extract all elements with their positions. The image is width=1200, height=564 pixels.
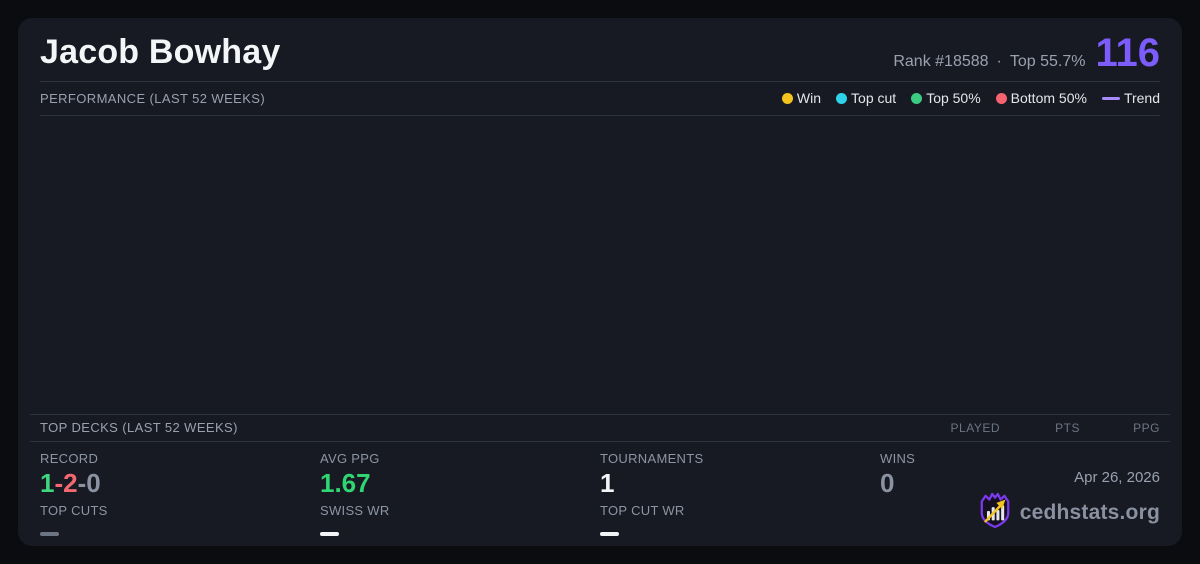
- legend-item-label: Top 50%: [926, 90, 980, 106]
- stat-top-cuts: TOP CUTS: [40, 503, 320, 546]
- stat-top-cut-wr-empty-dash: [600, 532, 619, 536]
- stat-avg-ppg-value: 1.67: [320, 469, 600, 498]
- legend-item-label: Top cut: [851, 90, 896, 106]
- stat-top-cut-wr: TOP CUT WR: [600, 503, 880, 546]
- player-name: Jacob Bowhay: [40, 34, 280, 71]
- legend-item-trend: Trend: [1102, 90, 1160, 106]
- performance-header-row: PERFORMANCE (LAST 52 WEEKS) Win Top cut To…: [40, 82, 1160, 116]
- performance-chart-empty: [18, 116, 1182, 414]
- report-date: Apr 26, 2026: [978, 469, 1160, 486]
- record-part: 1: [40, 468, 54, 498]
- record-part: -: [78, 468, 87, 498]
- top-decks-header-row: TOP DECKS (LAST 52 WEEKS) PLAYED PTS PPG: [30, 414, 1170, 442]
- player-score: 116: [1095, 35, 1160, 71]
- legend-dot-icon: [996, 93, 1007, 104]
- legend-item-label: Win: [797, 90, 821, 106]
- header-right: Rank #18588 · Top 55.7% 116: [893, 35, 1160, 71]
- legend-item-top-50-: Top 50%: [911, 90, 980, 106]
- stat-tournaments: TOURNAMENTS 1: [600, 451, 880, 503]
- record-part: -: [54, 468, 63, 498]
- column-header-pts: PTS: [1000, 421, 1080, 435]
- performance-title: PERFORMANCE (LAST 52 WEEKS): [40, 91, 265, 106]
- record-part: 0: [86, 468, 100, 498]
- cedhstats-logo-icon: [978, 491, 1012, 534]
- stat-wins-label: WINS: [880, 451, 1160, 466]
- record-part: 2: [63, 468, 77, 498]
- card-header: Jacob Bowhay Rank #18588 · Top 55.7% 116: [40, 18, 1160, 82]
- legend-item-label: Bottom 50%: [1011, 90, 1087, 106]
- player-stats-card: Jacob Bowhay Rank #18588 · Top 55.7% 116…: [18, 18, 1182, 546]
- stat-top-cut-wr-label: TOP CUT WR: [600, 503, 880, 518]
- stat-tournaments-label: TOURNAMENTS: [600, 451, 880, 466]
- stat-top-cuts-label: TOP CUTS: [40, 503, 320, 518]
- footer: Apr 26, 2026 cedhstats.org: [978, 469, 1160, 534]
- column-header-played: PLAYED: [920, 421, 1000, 435]
- chart-legend: Win Top cut Top 50% Bottom 50% Trend: [782, 90, 1160, 106]
- stat-avg-ppg: AVG PPG 1.67: [320, 451, 600, 503]
- rank-label: Rank #18588: [893, 53, 988, 71]
- stat-record-label: RECORD: [40, 451, 320, 466]
- legend-dot-icon: [911, 93, 922, 104]
- stat-record-value: 1-2-0: [40, 469, 320, 498]
- stat-swiss-wr-label: SWISS WR: [320, 503, 600, 518]
- column-header-ppg: PPG: [1080, 421, 1160, 435]
- legend-dot-icon: [782, 93, 793, 104]
- legend-item-top-cut: Top cut: [836, 90, 896, 106]
- brand: cedhstats.org: [978, 491, 1160, 534]
- rank-line: Rank #18588 · Top 55.7%: [893, 53, 1085, 71]
- rank-separator: ·: [997, 53, 1002, 71]
- legend-item-label: Trend: [1124, 90, 1160, 106]
- top-decks-columns: PLAYED PTS PPG: [920, 421, 1160, 435]
- stat-swiss-wr: SWISS WR: [320, 503, 600, 546]
- top-decks-title: TOP DECKS (LAST 52 WEEKS): [40, 420, 238, 435]
- stat-avg-ppg-label: AVG PPG: [320, 451, 600, 466]
- stat-tournaments-value: 1: [600, 469, 880, 498]
- legend-dot-icon: [836, 93, 847, 104]
- legend-item-win: Win: [782, 90, 821, 106]
- stat-top-cuts-empty-dash: [40, 532, 59, 536]
- top-percent-label: Top 55.7%: [1010, 53, 1086, 71]
- stat-swiss-wr-empty-dash: [320, 532, 339, 536]
- legend-line-swatch: [1102, 97, 1120, 100]
- legend-item-bottom-50-: Bottom 50%: [996, 90, 1087, 106]
- stat-record: RECORD 1-2-0: [40, 451, 320, 503]
- site-name: cedhstats.org: [1020, 501, 1160, 525]
